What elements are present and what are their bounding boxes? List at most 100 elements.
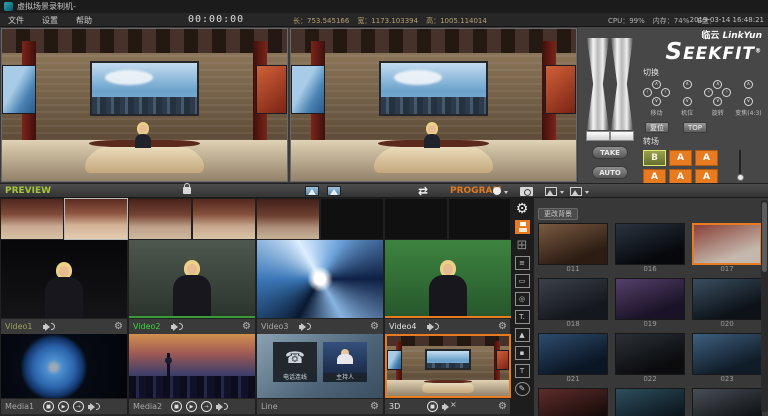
pad-0-right-arrow-icon[interactable]: › — [661, 88, 670, 97]
media1-loop-button[interactable]: → — [73, 401, 84, 412]
video2-settings-icon[interactable]: ⚙ — [242, 322, 251, 332]
image-output-icon[interactable] — [570, 187, 582, 196]
video2-speaker-icon[interactable] — [171, 322, 185, 331]
scene-item-021[interactable]: 021 — [538, 333, 608, 384]
scene-item-019[interactable]: 019 — [615, 278, 685, 329]
video4-thumbnail[interactable] — [385, 240, 511, 318]
video3-thumbnail[interactable] — [257, 240, 383, 318]
video1-settings-icon[interactable]: ⚙ — [114, 322, 123, 332]
record-dropdown-icon[interactable] — [504, 191, 508, 194]
image-layer-icon[interactable]: ▲ — [515, 328, 530, 342]
line-settings-icon[interactable]: ⚙ — [370, 402, 379, 412]
signature-icon[interactable]: ✎ — [515, 382, 530, 396]
camera-angle-3[interactable] — [129, 199, 191, 239]
scene-item-011[interactable]: 011 — [538, 223, 608, 274]
studio-light-icon[interactable]: ◎ — [515, 292, 530, 306]
preview-monitor[interactable] — [1, 28, 288, 182]
pad-2-up-arrow-icon[interactable]: ∧ — [713, 80, 722, 89]
media2-play-button[interactable]: ▶ — [186, 401, 197, 412]
subtitle-icon[interactable]: T. — [515, 310, 530, 324]
scene-3d-thumbnail[interactable] — [385, 334, 511, 398]
pad-1-down-arrow-icon[interactable]: ∨ — [683, 97, 692, 106]
playlist-icon[interactable]: ≡ — [515, 256, 530, 270]
pad-0-up-arrow-icon[interactable]: ∧ — [652, 80, 661, 89]
video4-settings-icon[interactable]: ⚙ — [498, 322, 507, 332]
speed-slider-knob[interactable] — [737, 174, 744, 181]
t-bar-handle-right[interactable] — [610, 131, 634, 141]
pad-0-down-arrow-icon[interactable]: ∨ — [652, 97, 661, 106]
stream-output-icon[interactable] — [545, 187, 557, 196]
media2-speaker-icon[interactable] — [216, 402, 230, 411]
video1-thumbnail[interactable] — [1, 240, 127, 318]
swap-pvw-pgm-icon[interactable]: ⇄ — [418, 184, 428, 198]
menu-item-1[interactable]: 设置 — [42, 15, 58, 26]
settings-icon[interactable]: ⚙ — [515, 202, 530, 216]
camera-angle-5[interactable] — [257, 199, 319, 239]
video3-settings-icon[interactable]: ⚙ — [370, 322, 379, 332]
snapshot-camera-icon[interactable] — [520, 187, 533, 196]
frame-icon[interactable]: ▪ — [515, 346, 530, 360]
video1-speaker-icon[interactable] — [43, 322, 57, 331]
scene-3d-speaker-muted-icon[interactable] — [442, 402, 456, 411]
scene-scrollbar-thumb[interactable] — [762, 202, 767, 272]
camera-angle-1[interactable] — [1, 199, 63, 239]
transition-button-0[interactable]: B — [643, 150, 666, 166]
scene-grid-icon[interactable]: ⊞ — [515, 238, 530, 252]
pad-0-left-arrow-icon[interactable]: ‹ — [643, 88, 652, 97]
image-dropdown-icon[interactable] — [585, 191, 589, 194]
pad-2-right-arrow-icon[interactable]: › — [722, 88, 731, 97]
transition-button-1[interactable]: A — [669, 150, 692, 166]
camera-angle-7[interactable] — [385, 199, 447, 239]
pad-2-down-arrow-icon[interactable]: ∨ — [713, 97, 722, 106]
video3-speaker-icon[interactable] — [299, 322, 313, 331]
scene-item-026[interactable]: 026 — [692, 388, 762, 416]
reset-button[interactable]: 复位 — [645, 122, 669, 133]
change-background-button[interactable]: 更改背景 — [538, 208, 578, 220]
camera-angle-6[interactable] — [321, 199, 383, 239]
media1-play-button[interactable]: ▶ — [58, 401, 69, 412]
scene-item-023[interactable]: 023 — [692, 333, 762, 384]
video2-thumbnail[interactable] — [129, 240, 255, 318]
media1-stop-button[interactable]: ■ — [43, 401, 54, 412]
scene-item-024[interactable]: 024 — [538, 388, 608, 416]
top-button[interactable]: TOP — [683, 122, 707, 133]
speed-slider-track[interactable] — [739, 150, 741, 176]
stream-dropdown-icon[interactable] — [560, 191, 564, 194]
pad-2-left-arrow-icon[interactable]: ‹ — [704, 88, 713, 97]
media2-thumbnail[interactable] — [129, 334, 255, 398]
media2-loop-button[interactable]: → — [201, 401, 212, 412]
scene-item-017[interactable]: 017 — [692, 223, 762, 274]
menu-item-0[interactable]: 文件 — [8, 15, 24, 26]
transition-style-b-icon[interactable] — [327, 186, 341, 196]
camera-angle-4[interactable] — [193, 199, 255, 239]
text-icon[interactable]: T — [515, 364, 530, 378]
scene-item-022[interactable]: 022 — [615, 333, 685, 384]
take-button[interactable]: TAKE — [592, 146, 628, 159]
monitor-icon[interactable]: ▭ — [515, 274, 530, 288]
scene-3d-stop-button[interactable]: ■ — [427, 401, 438, 412]
media1-thumbnail[interactable] — [1, 334, 127, 398]
camera-angle-2[interactable] — [65, 199, 127, 239]
media2-stop-button[interactable]: ■ — [171, 401, 182, 412]
pad-3-up-arrow-icon[interactable]: ∧ — [744, 80, 753, 89]
scene-item-025[interactable]: 025 — [615, 388, 685, 416]
pad-1-up-arrow-icon[interactable]: ∧ — [683, 80, 692, 89]
scene-item-016[interactable]: 016 — [615, 223, 685, 274]
scene-scrollbar[interactable] — [761, 200, 768, 412]
scene-3d-settings-icon[interactable]: ⚙ — [498, 402, 507, 412]
auto-button[interactable]: AUTO — [592, 166, 628, 179]
record-icon[interactable] — [493, 187, 501, 195]
phone-line-card[interactable]: ☎ 电话连线 — [273, 342, 317, 382]
camera-angle-8[interactable] — [449, 199, 511, 239]
program-monitor[interactable] — [290, 28, 577, 182]
scene-item-020[interactable]: 020 — [692, 278, 762, 329]
transition-style-a-icon[interactable] — [305, 186, 319, 196]
video4-speaker-icon[interactable] — [427, 322, 441, 331]
menu-item-2[interactable]: 帮助 — [76, 15, 92, 26]
host-card[interactable]: 主持人 — [323, 342, 367, 382]
transition-button-2[interactable]: A — [695, 150, 718, 166]
pad-3-down-arrow-icon[interactable]: ∨ — [744, 97, 753, 106]
t-bar-fader[interactable] — [587, 38, 633, 130]
scene-item-018[interactable]: 018 — [538, 278, 608, 329]
media1-speaker-icon[interactable] — [88, 402, 102, 411]
